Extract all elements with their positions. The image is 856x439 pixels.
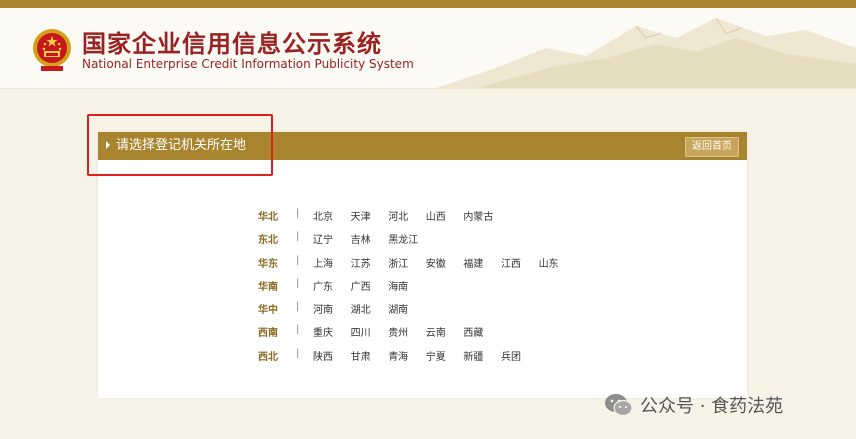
- region-name: 华中: [258, 305, 278, 317]
- region-separator: |: [296, 324, 300, 336]
- province-link[interactable]: 安徽: [426, 255, 464, 270]
- province-list: 陕西 甘肃 青海 宁夏 新疆 兵团: [313, 348, 539, 363]
- province-link[interactable]: 河南: [313, 301, 351, 316]
- province-link[interactable]: 江西: [501, 255, 539, 270]
- province-link[interactable]: 山东: [539, 255, 577, 270]
- watermark: 公众号 · 食药法苑: [604, 392, 783, 418]
- region-row: 华中 | 河南 湖北 湖南: [258, 298, 658, 321]
- province-link[interactable]: 新疆: [463, 348, 501, 363]
- province-link[interactable]: 四川: [351, 324, 389, 339]
- province-link[interactable]: 上海: [313, 255, 351, 270]
- province-link[interactable]: 辽宁: [313, 231, 351, 246]
- region-row: 华南 | 广东 广西 海南: [258, 275, 658, 298]
- province-link[interactable]: 天津: [351, 208, 389, 223]
- province-list: 辽宁 吉林 黑龙江: [313, 231, 426, 246]
- back-home-button[interactable]: 返回首页: [685, 137, 739, 157]
- province-link[interactable]: 西藏: [463, 324, 501, 339]
- highlight-box: [87, 114, 273, 176]
- province-link[interactable]: 海南: [388, 278, 426, 293]
- province-list: 河南 湖北 湖南: [313, 301, 426, 316]
- region-name: 华南: [258, 281, 278, 293]
- region-row: 华北 | 北京 天津 河北 山西 内蒙古: [258, 205, 658, 228]
- region-name: 西南: [258, 328, 278, 340]
- region-name: 华东: [258, 258, 278, 270]
- region-separator: |: [296, 231, 300, 243]
- region-row: 西北 | 陕西 甘肃 青海 宁夏 新疆 兵团: [258, 345, 658, 368]
- province-link[interactable]: 河北: [388, 208, 426, 223]
- province-list: 广东 广西 海南: [313, 278, 426, 293]
- region-name: 华北: [258, 212, 278, 223]
- region-separator: |: [296, 254, 300, 266]
- region-row: 东北 | 辽宁 吉林 黑龙江: [258, 228, 658, 251]
- province-link[interactable]: 黑龙江: [388, 231, 426, 246]
- province-link[interactable]: 云南: [426, 324, 464, 339]
- province-link[interactable]: 重庆: [313, 324, 351, 339]
- top-accent-bar: [0, 0, 856, 8]
- province-link[interactable]: 内蒙古: [463, 208, 501, 223]
- province-link[interactable]: 湖南: [388, 301, 426, 316]
- wechat-icon: [605, 394, 633, 417]
- province-link[interactable]: 宁夏: [426, 348, 464, 363]
- watermark-text: 公众号 · 食药法苑: [640, 396, 784, 417]
- province-list: 重庆 四川 贵州 云南 西藏: [313, 324, 501, 339]
- region-list: 华北 | 北京 天津 河北 山西 内蒙古 东北 | 辽宁 吉林 黑龙江 华东 | 上海 江苏 浙江 安徽 福建 江西山…: [258, 205, 658, 368]
- province-link[interactable]: 北京: [313, 208, 351, 223]
- province-link[interactable]: 贵州: [388, 324, 426, 339]
- region-separator: |: [296, 208, 300, 219]
- region-name: 西北: [258, 351, 278, 363]
- province-link[interactable]: 江苏: [351, 255, 389, 270]
- province-link[interactable]: 福建: [463, 255, 501, 270]
- province-link[interactable]: 广东: [313, 278, 351, 293]
- mountain-decoration: [436, 17, 856, 88]
- region-separator: |: [296, 277, 300, 289]
- province-link[interactable]: 吉林: [351, 231, 389, 246]
- province-link[interactable]: 山西: [426, 208, 464, 223]
- province-link[interactable]: 陕西: [313, 348, 351, 363]
- region-row: 西南 | 重庆 四川 贵州 云南 西藏: [258, 321, 658, 344]
- region-separator: |: [296, 347, 300, 359]
- region-row: 华东 | 上海 江苏 浙江 安徽 福建 江西 山东: [258, 252, 658, 275]
- province-link[interactable]: 广西: [351, 278, 389, 293]
- province-list: 北京 天津 河北 山西 内蒙古: [313, 208, 501, 223]
- province-link[interactable]: 湖北: [351, 301, 389, 316]
- province-link[interactable]: 浙江: [388, 255, 426, 270]
- province-link[interactable]: 兵团: [501, 348, 539, 363]
- site-title-en: National Enterprise Credit Information P…: [82, 57, 414, 71]
- province-link[interactable]: 青海: [388, 348, 426, 363]
- province-link[interactable]: 甘肃: [351, 348, 389, 363]
- province-list: 上海 江苏 浙江 安徽 福建 江西 山东: [313, 255, 576, 270]
- national-emblem-icon: [33, 29, 71, 71]
- region-separator: |: [296, 301, 300, 313]
- region-name: 东北: [258, 235, 278, 247]
- site-header: 国家企业信用信息公示系统 National Enterprise Credit …: [0, 8, 856, 89]
- site-title-cn: 国家企业信用信息公示系统: [82, 30, 382, 58]
